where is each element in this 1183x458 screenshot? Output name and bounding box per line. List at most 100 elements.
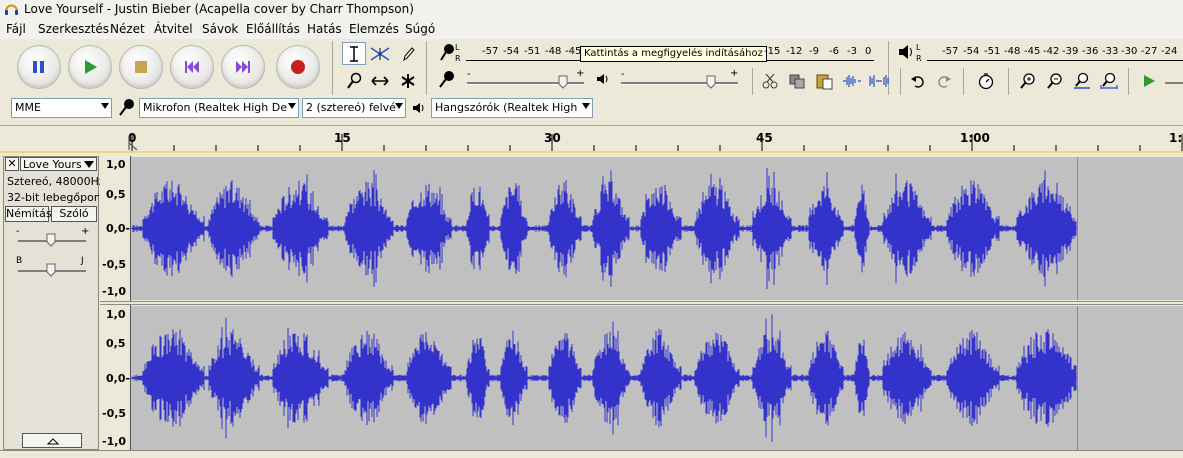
menu-analyze[interactable]: Elemzés (349, 22, 399, 36)
track-format: Sztereó, 48000Hz (7, 175, 105, 188)
cut-button[interactable] (759, 70, 781, 92)
paste-button[interactable] (813, 70, 835, 92)
audio-host-select[interactable]: MME (11, 98, 112, 118)
copy-icon (789, 74, 805, 89)
silence-audio-icon (869, 75, 889, 87)
play-at-speed-button[interactable] (1138, 70, 1160, 92)
play-meter-tick: -27 (1141, 46, 1158, 57)
mic-icon (119, 99, 134, 116)
left-channel-label: L (916, 43, 921, 52)
menu-file[interactable]: Fájl (6, 22, 26, 36)
multi-tool[interactable] (396, 69, 420, 92)
clip-end-line (1077, 306, 1078, 450)
ruler-label: 45 (756, 131, 773, 145)
menu-edit[interactable]: Szerkesztés (38, 22, 109, 36)
copy-button[interactable] (786, 70, 808, 92)
record-button[interactable] (276, 45, 320, 89)
waveform-channel-left[interactable] (131, 157, 1183, 300)
zoom-tool[interactable] (342, 69, 366, 92)
paste-icon (816, 74, 833, 90)
waveform-channel-right[interactable] (131, 306, 1183, 450)
zoom-fit-icon (1100, 72, 1118, 89)
record-volume-thumb[interactable] (558, 75, 568, 89)
menu-help[interactable]: Súgó (405, 22, 435, 36)
play-meter-tick: -30 (1121, 46, 1138, 57)
timeline-ruler[interactable] (0, 125, 1183, 153)
audio-host-value: MME (15, 101, 41, 114)
play-button[interactable] (68, 45, 112, 89)
menu-generate[interactable]: Előállítás (246, 22, 300, 36)
play-meter-speaker-icon[interactable]: L R (897, 42, 923, 64)
menu-tracks[interactable]: Sávok (202, 22, 238, 36)
pan-right-label: J (81, 256, 84, 266)
sync-lock-button[interactable] (975, 70, 997, 92)
time-shift-tool[interactable] (368, 69, 392, 92)
solo-button[interactable]: Szóló (51, 206, 97, 222)
ruler-label: 1: (1169, 131, 1183, 145)
close-track-button[interactable]: ✕ (5, 157, 19, 171)
draw-tool[interactable] (396, 42, 420, 65)
trim-button[interactable] (841, 70, 863, 92)
zoom-in-button[interactable] (1017, 70, 1039, 92)
record-icon (291, 60, 305, 74)
record-meter-tick: -6 (829, 46, 839, 57)
scale-label: 1,0 (106, 308, 126, 321)
channels-select[interactable]: 2 (sztereó) felvé (302, 98, 406, 118)
undo-button[interactable] (907, 70, 929, 92)
playhead-marker-icon[interactable] (127, 136, 139, 150)
menu-bar: Fájl Szerkesztés Nézet Átvitel Sávok Elő… (0, 19, 1183, 39)
record-meter-tick: -51 (524, 46, 541, 57)
pan-slider-thumb[interactable] (46, 263, 56, 277)
record-meter-mic-icon[interactable]: L R (437, 42, 461, 64)
slider-min-label: - (621, 69, 625, 80)
track-name: Love Yours (23, 158, 82, 171)
gain-slider-thumb[interactable] (46, 233, 56, 247)
meter-tooltip: Kattintás a megfigyelés indításához (580, 46, 767, 62)
scale-label: 0,0- (106, 222, 131, 235)
playback-device-select[interactable]: Hangszórók (Realtek High (431, 98, 593, 118)
stop-button[interactable] (119, 45, 163, 89)
menu-effect[interactable]: Hatás (307, 22, 342, 36)
play-volume-thumb[interactable] (706, 75, 716, 89)
play-volume-speaker-icon (597, 74, 608, 84)
track-name-menu[interactable]: Love Yours (20, 157, 97, 171)
record-meter-tick: -48 (545, 46, 562, 57)
selection-tool[interactable] (342, 42, 366, 65)
fit-project-button[interactable] (1098, 70, 1120, 92)
play-meter-tick: -57 (942, 46, 959, 57)
chevron-down-icon (288, 103, 296, 109)
scale-label: -0,5 (102, 258, 127, 271)
double-arrow-icon (371, 75, 389, 86)
ruler-label: 15 (334, 131, 351, 145)
fit-selection-button[interactable] (1071, 70, 1093, 92)
play-at-speed-slider[interactable] (1165, 82, 1183, 84)
toolbar-separator (426, 41, 427, 95)
waveform-left (131, 167, 1077, 290)
play-meter-tick: -51 (984, 46, 1001, 57)
menu-transport[interactable]: Átvitel (154, 22, 193, 36)
zoom-out-icon (1047, 73, 1062, 89)
play-meter-tick: -48 (1004, 46, 1021, 57)
solo-label: Szóló (59, 207, 89, 220)
play-icon (85, 60, 97, 74)
redo-button[interactable] (933, 70, 955, 92)
mute-button[interactable]: Némítás (5, 206, 52, 222)
menu-view[interactable]: Nézet (110, 22, 145, 36)
silence-button[interactable] (868, 70, 890, 92)
recording-device-select[interactable]: Mikrofon (Realtek High De (139, 98, 299, 118)
record-meter-tick: -3 (847, 46, 857, 57)
scale-label: 0,5 (106, 188, 126, 201)
envelope-tool[interactable] (368, 42, 392, 65)
ruler-bottom-line (0, 151, 1183, 153)
slider-min-label: - (467, 69, 471, 80)
chevron-down-icon (84, 161, 94, 168)
collapse-track-button[interactable] (22, 433, 82, 448)
record-meter-tick: -15 (764, 46, 781, 57)
zoom-out-button[interactable] (1044, 70, 1066, 92)
i-beam-icon (350, 45, 358, 62)
skip-to-start-button[interactable] (170, 45, 214, 89)
play-volume-slider[interactable] (621, 82, 738, 85)
skip-to-end-button[interactable] (221, 45, 265, 89)
clip-end-line (1077, 157, 1078, 300)
pause-button[interactable] (17, 45, 61, 89)
